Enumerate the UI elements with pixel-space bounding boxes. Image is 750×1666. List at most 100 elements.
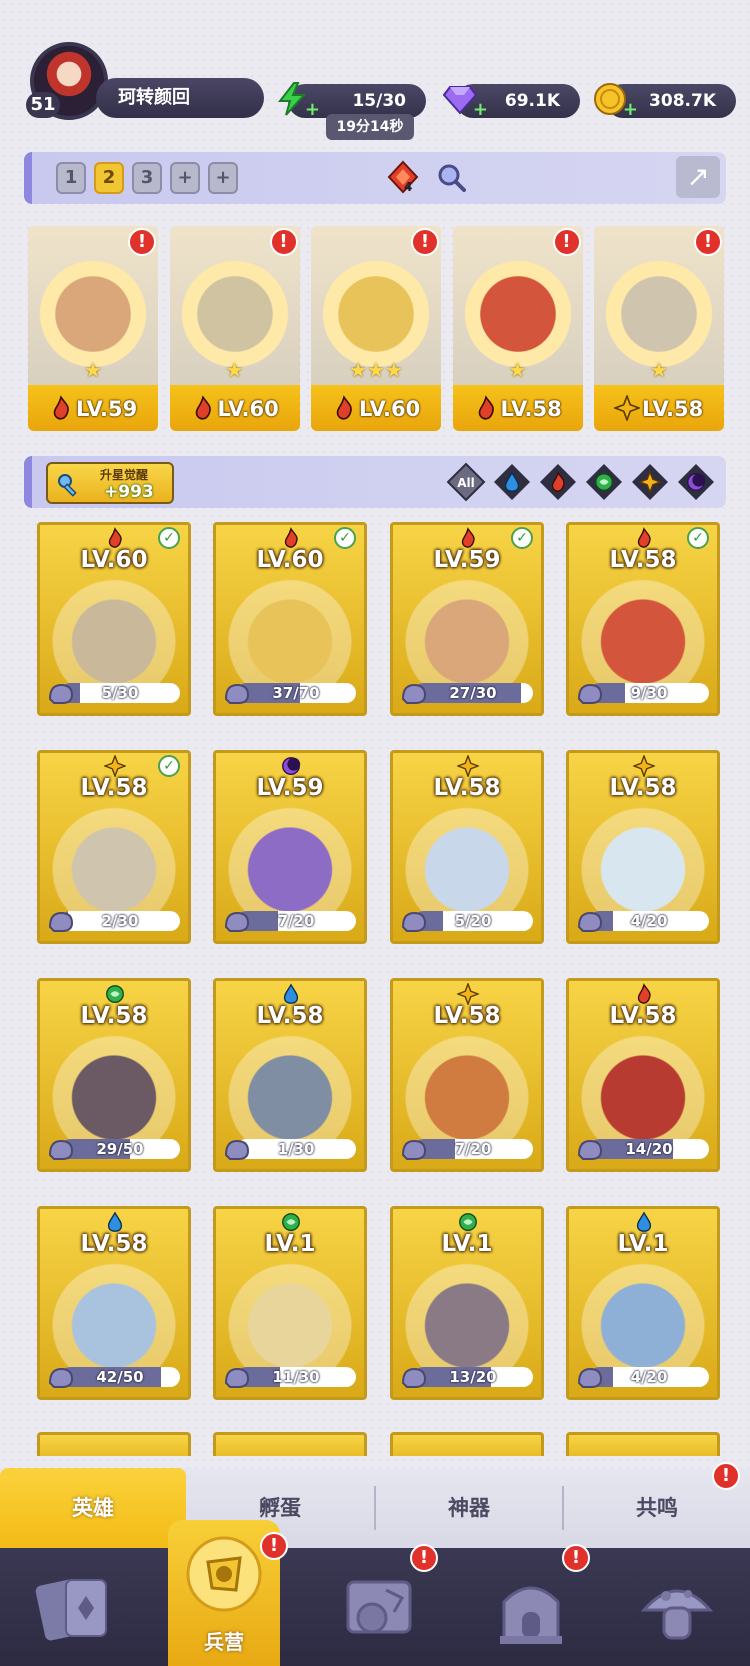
- shard-progress-bar: 4/20: [589, 911, 709, 931]
- player-level-badge: 51: [26, 92, 60, 118]
- check-icon: ✓: [511, 527, 533, 549]
- hero-shard-icon: [401, 1139, 427, 1160]
- fire-element-icon: [104, 527, 126, 549]
- shard-progress-text: 27/30: [449, 684, 497, 702]
- hero-card[interactable]: ✓ LV.60 5/30: [37, 522, 191, 716]
- hero-card[interactable]: LV.58 4/20: [566, 750, 720, 944]
- tab-artifact[interactable]: 神器: [376, 1468, 562, 1548]
- search-icon[interactable]: [436, 162, 466, 192]
- shard-progress-text: 9/30: [630, 684, 668, 702]
- tab-heroes[interactable]: 英雄: [0, 1468, 186, 1548]
- hero-card[interactable]: [566, 1432, 720, 1456]
- gold-counter[interactable]: + 308.7K: [594, 83, 736, 119]
- shard-progress-bar: 5/30: [60, 683, 180, 703]
- hero-card[interactable]: LV.59 7/20: [213, 750, 367, 944]
- awaken-button[interactable]: 升星觉醒 +993: [46, 462, 174, 504]
- filter-dark[interactable]: [676, 462, 716, 502]
- add-gems-icon[interactable]: +: [472, 101, 488, 119]
- filter-water[interactable]: [492, 462, 532, 502]
- shard-progress-text: 37/70: [272, 684, 320, 702]
- hero-card[interactable]: ✓ LV.58 9/30: [566, 522, 720, 716]
- team-bar: [24, 152, 726, 204]
- check-icon: ✓: [687, 527, 709, 549]
- team-card-alert-badge: !: [128, 228, 156, 256]
- hero-level: LV.58: [433, 1003, 501, 1029]
- team-card[interactable]: ★ LV.58: [452, 226, 583, 431]
- hero-card[interactable]: [37, 1432, 191, 1456]
- hero-shard-icon: [224, 683, 250, 704]
- hero-shard-icon: [577, 1139, 603, 1160]
- hero-level: LV.58: [609, 1003, 677, 1029]
- hero-card[interactable]: LV.1 13/20: [390, 1206, 544, 1400]
- hero-card[interactable]: LV.1 11/30: [213, 1206, 367, 1400]
- hero-card[interactable]: LV.58 29/50: [37, 978, 191, 1172]
- hero-card[interactable]: LV.58 42/50: [37, 1206, 191, 1400]
- temple-alert-badge: !: [562, 1544, 590, 1572]
- hero-card[interactable]: ✓ LV.58 2/30: [37, 750, 191, 944]
- shard-progress-text: 29/50: [96, 1140, 144, 1158]
- hero-card[interactable]: ✓ LV.59 27/30: [390, 522, 544, 716]
- hero-level: LV.1: [264, 1231, 316, 1257]
- hero-level: LV.58: [80, 1231, 148, 1257]
- star-rating: ★: [225, 358, 244, 382]
- shard-progress-text: 14/20: [625, 1140, 673, 1158]
- shard-progress-bar: 42/50: [60, 1367, 180, 1387]
- fire-element-icon: [190, 395, 214, 421]
- star-rating: ★: [650, 358, 668, 382]
- key-icon: [58, 474, 77, 497]
- resonance-alert-badge: !: [712, 1462, 740, 1490]
- filter-wind[interactable]: [584, 462, 624, 502]
- map-icon[interactable]: [334, 1568, 424, 1652]
- gem-counter[interactable]: + 69.1K: [442, 84, 580, 119]
- team-slot-1[interactable]: 1: [56, 162, 86, 194]
- share-button[interactable]: ↗: [676, 156, 720, 198]
- hero-shard-icon: [577, 1367, 603, 1388]
- star-rating: ★: [84, 358, 102, 382]
- check-icon: ✓: [158, 755, 180, 777]
- cards-icon[interactable]: [30, 1568, 120, 1652]
- team-card[interactable]: ★ LV.58: [594, 226, 724, 431]
- shard-progress-bar: 7/20: [413, 1139, 533, 1159]
- hero-card[interactable]: LV.58 14/20: [566, 978, 720, 1172]
- team-slot-3[interactable]: 3: [132, 162, 162, 194]
- hero-card[interactable]: LV.58 5/20: [390, 750, 544, 944]
- team-card[interactable]: ★★★ LV.60: [311, 226, 441, 431]
- hero-card[interactable]: LV.58 1/30: [213, 978, 367, 1172]
- hero-shard-icon: [48, 911, 74, 932]
- team-card[interactable]: ★ LV.59: [28, 226, 158, 431]
- add-team-slot-button[interactable]: +: [208, 162, 238, 194]
- hero-card[interactable]: [213, 1432, 367, 1456]
- hero-card[interactable]: LV.58 7/20: [390, 978, 544, 1172]
- add-energy-icon[interactable]: +: [304, 101, 320, 119]
- team-slot-2[interactable]: 2: [94, 162, 124, 194]
- hero-shard-icon: [224, 1139, 250, 1160]
- svg-text:All: All: [457, 476, 475, 490]
- add-gold-icon[interactable]: +: [622, 101, 638, 119]
- hero-card[interactable]: ✓ LV.60 37/70: [213, 522, 367, 716]
- hero-level: LV.58: [609, 547, 677, 573]
- temple-icon[interactable]: [486, 1568, 576, 1652]
- hero-card[interactable]: [390, 1432, 544, 1456]
- shard-progress-bar: 27/30: [413, 683, 533, 703]
- map-alert-badge: !: [410, 1544, 438, 1572]
- hero-level: LV.58: [256, 1003, 324, 1029]
- energy-counter[interactable]: + 15/30: [277, 82, 426, 119]
- hero-card[interactable]: LV.1 4/20: [566, 1206, 720, 1400]
- gem-value: 69.1K: [504, 91, 560, 111]
- fire-element-icon: [633, 527, 655, 549]
- fire-crystal-icon[interactable]: [386, 160, 420, 194]
- gold-value: 308.7K: [649, 91, 716, 111]
- add-team-slot-button[interactable]: +: [170, 162, 200, 194]
- water-element-icon: [104, 1211, 126, 1233]
- energy-value: 15/30: [352, 91, 406, 111]
- filter-all[interactable]: All: [446, 462, 486, 502]
- awaken-label: 升星觉醒: [100, 468, 149, 482]
- mushroom-icon[interactable]: [632, 1568, 722, 1652]
- water-element-icon: [633, 1211, 655, 1233]
- filter-light[interactable]: [630, 462, 670, 502]
- shard-progress-bar: 37/70: [236, 683, 356, 703]
- filter-fire[interactable]: [538, 462, 578, 502]
- hero-shard-icon: [401, 683, 427, 704]
- hero-level: LV.58: [433, 775, 501, 801]
- team-card[interactable]: ★ LV.60: [169, 226, 300, 431]
